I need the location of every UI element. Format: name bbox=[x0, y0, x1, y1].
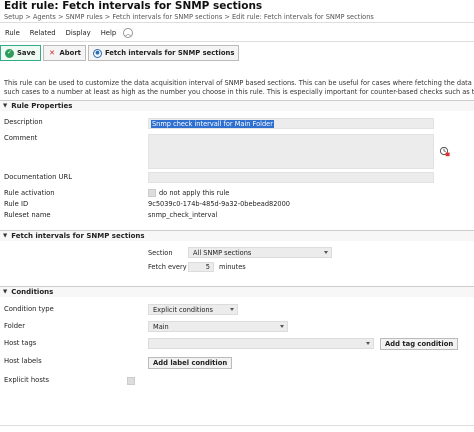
condition-type-select[interactable]: Explicit conditions bbox=[148, 304, 238, 315]
ruleset-name-label: Ruleset name bbox=[4, 211, 51, 219]
rule-activation-text: do not apply this rule bbox=[159, 189, 230, 197]
comment-label: Comment bbox=[4, 134, 38, 142]
rule-id-value: 9c5039c0-174b-485d-9a32-0bebead82000 bbox=[148, 200, 290, 208]
section-label: Section bbox=[148, 249, 173, 257]
folder-select[interactable]: Main bbox=[148, 321, 288, 332]
add-tag-condition-button[interactable]: Add tag condition bbox=[380, 338, 459, 350]
doc-url-label: Documentation URL bbox=[4, 173, 73, 181]
host-tags-label: Host tags bbox=[4, 339, 37, 347]
menu-bar: Rule Related Display Help ︿ bbox=[0, 27, 134, 39]
close-icon: ✕ bbox=[49, 48, 55, 57]
comment-textarea[interactable] bbox=[148, 134, 434, 169]
fetch-intervals-button[interactable]: ● Fetch intervals for SNMP sections bbox=[87, 45, 240, 61]
fetch-every-label: Fetch every bbox=[148, 263, 187, 271]
host-tags-select[interactable] bbox=[148, 338, 374, 349]
add-timestamp-icon[interactable] bbox=[439, 146, 450, 157]
chevron-down-icon bbox=[280, 325, 284, 328]
description-label: Description bbox=[4, 118, 43, 126]
condition-type-label: Condition type bbox=[4, 305, 54, 313]
chevron-down-icon bbox=[324, 251, 328, 254]
explicit-hosts-label: Explicit hosts bbox=[4, 376, 50, 384]
description-input[interactable]: Snmp check intervall for Main Folder bbox=[148, 118, 434, 129]
triangle-down-icon: ▼ bbox=[3, 289, 8, 295]
chevron-down-icon bbox=[230, 308, 234, 311]
rule-id-label: Rule ID bbox=[4, 200, 29, 208]
fetch-every-input[interactable]: 5 bbox=[188, 262, 214, 272]
section-conditions[interactable]: ▼ Conditions bbox=[0, 286, 474, 297]
save-label: Save bbox=[17, 49, 36, 57]
triangle-down-icon: ▼ bbox=[3, 233, 8, 239]
section-fetch-intervals[interactable]: ▼ Fetch intervals for SNMP sections bbox=[0, 230, 474, 241]
menu-display[interactable]: Display bbox=[61, 29, 96, 37]
ruleset-name-value: snmp_check_interval bbox=[148, 211, 218, 219]
add-label-condition-button[interactable]: Add label condition bbox=[148, 357, 233, 369]
doc-url-input[interactable] bbox=[148, 172, 434, 183]
checkmark-icon: ✓ bbox=[5, 48, 14, 58]
menu-rule[interactable]: Rule bbox=[0, 29, 25, 37]
chevron-up-icon[interactable]: ︿ bbox=[123, 28, 134, 38]
rule-intro-text: This rule can be used to customize the d… bbox=[4, 79, 474, 96]
divider bbox=[0, 22, 474, 23]
menu-help[interactable]: Help bbox=[96, 29, 122, 37]
chevron-down-icon bbox=[366, 342, 370, 345]
save-button[interactable]: ✓ Save bbox=[0, 45, 41, 61]
section-rule-properties[interactable]: ▼ Rule Properties bbox=[0, 100, 474, 111]
description-value: Snmp check intervall for Main Folder bbox=[151, 120, 274, 128]
rule-activation-label: Rule activation bbox=[4, 189, 55, 197]
explicit-hosts-checkbox[interactable] bbox=[127, 377, 135, 385]
triangle-down-icon: ▼ bbox=[3, 103, 8, 109]
fetch-every-unit: minutes bbox=[219, 263, 246, 271]
page-title: Edit rule: Fetch intervals for SNMP sect… bbox=[4, 0, 263, 12]
toolbar: ✓ Save ✕ Abort ● Fetch intervals for SNM… bbox=[0, 44, 240, 62]
divider bbox=[0, 425, 474, 426]
ruleset-icon: ● bbox=[92, 48, 102, 58]
breadcrumb[interactable]: Setup > Agents > SNMP rules > Fetch inte… bbox=[4, 13, 374, 21]
host-labels-label: Host labels bbox=[4, 357, 42, 365]
menu-related[interactable]: Related bbox=[25, 29, 61, 37]
abort-label: Abort bbox=[59, 49, 81, 57]
divider bbox=[0, 41, 474, 42]
rule-activation-checkbox[interactable] bbox=[148, 189, 156, 197]
fetch-intervals-label: Fetch intervals for SNMP sections bbox=[104, 49, 235, 57]
abort-button[interactable]: ✕ Abort bbox=[42, 45, 86, 61]
section-select[interactable]: All SNMP sections bbox=[188, 247, 332, 258]
folder-label: Folder bbox=[4, 322, 26, 330]
